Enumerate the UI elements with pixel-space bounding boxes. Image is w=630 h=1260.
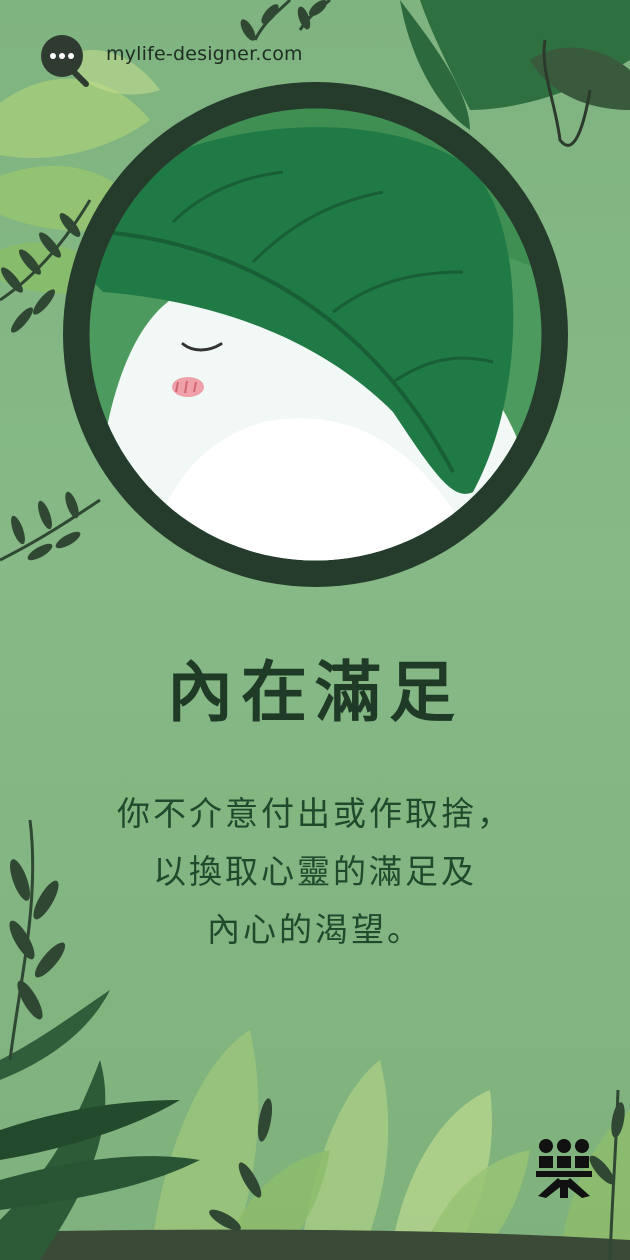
card-title: 內在滿足 [167,654,463,731]
brand-people-icon [536,1138,592,1198]
hero-illustration [63,82,568,587]
site-url[interactable]: mylife-designer.com [106,43,303,65]
sleeping-character-illustration [63,82,568,587]
card-description: 你不介意付出或作取捨， 以換取心靈的滿足及 內心的渴望。 [0,785,630,959]
description-line: 你不介意付出或作取捨， [117,794,513,833]
description-line: 內心的渴望。 [207,910,423,949]
card-page: mylife-designer.com 內在滿足 你不介意付出或作取捨， 以換取… [0,0,630,1260]
description-line: 以換取心靈的滿足及 [153,852,477,891]
